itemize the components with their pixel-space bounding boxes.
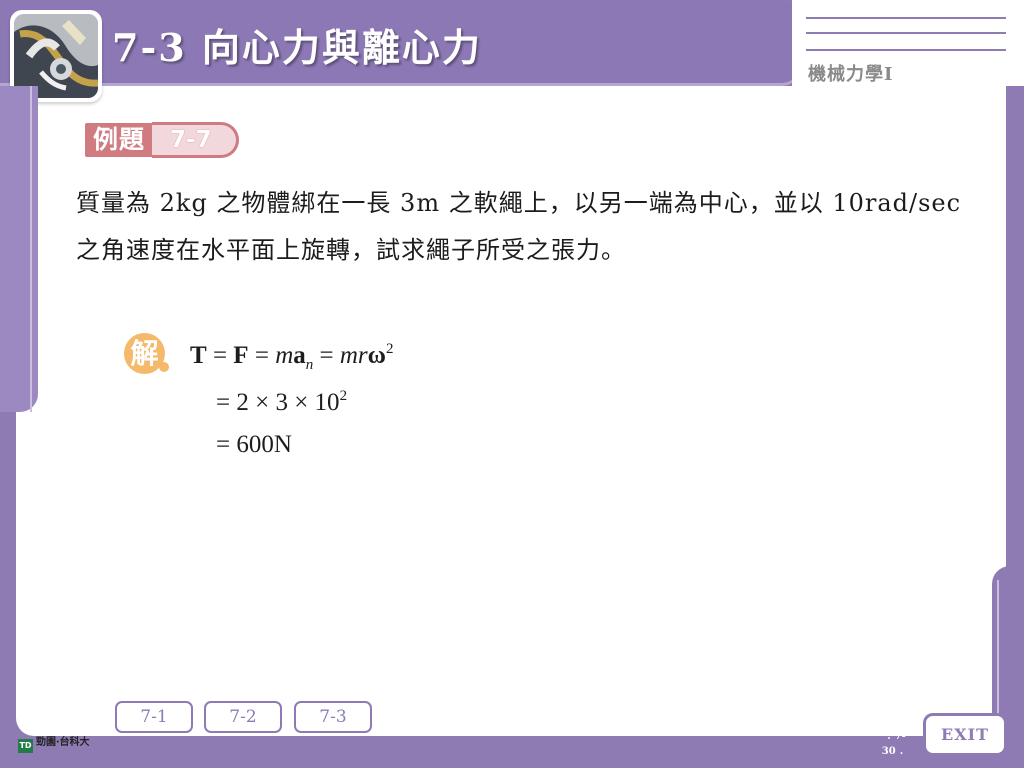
solution-badge: 解: [124, 333, 169, 374]
equals-sign: =: [206, 342, 234, 369]
mass-symbol: m: [275, 342, 294, 369]
nav-button-7-3[interactable]: 7-3: [294, 701, 372, 733]
page-number: 7-30: [871, 729, 918, 757]
solution-line-3: = 600N: [216, 431, 292, 458]
publisher-logo: TD 勁園‧台科大: [18, 733, 100, 753]
calculation-expression: = 2 × 3 × 10: [216, 389, 340, 416]
nav-button-7-2[interactable]: 7-2: [204, 701, 282, 733]
page-title: 7-3 向心力與離心力: [112, 25, 482, 70]
publisher-name: 勁園‧台科大: [36, 737, 90, 748]
solution-block: 解 T = F = man = mrω2 = 2 × 3 × 102 = 600…: [124, 333, 474, 473]
solution-line-2: = 2 × 3 × 102: [216, 388, 347, 417]
problem-text: 質量為 2kg 之物體綁在一長 3m 之軟繩上，以另一端為中心，並以 10rad…: [76, 189, 962, 264]
squared-superscript: 2: [385, 341, 394, 357]
force-symbol: F: [233, 342, 249, 369]
squared-superscript: 2: [339, 388, 348, 404]
equals-sign: =: [248, 342, 276, 369]
publisher-mark-icon: TD: [18, 739, 33, 753]
equals-sign: =: [313, 342, 340, 369]
left-decorative-rail: [0, 86, 38, 412]
header-line: [806, 32, 1006, 34]
tension-symbol: T: [190, 342, 207, 369]
header-line: [806, 17, 1006, 19]
header-line: [806, 49, 1006, 51]
acceleration-symbol: a: [293, 342, 306, 369]
nav-button-7-1[interactable]: 7-1: [115, 701, 193, 733]
solution-line-1: T = F = man = mrω2: [190, 341, 393, 374]
mass-radius-symbol: mr: [339, 342, 368, 369]
angular-velocity-symbol: ω: [367, 342, 386, 369]
bottom-strip: [16, 736, 1006, 752]
exit-button[interactable]: EXIT: [923, 713, 1007, 756]
example-heading: 例題 7-7: [85, 122, 239, 158]
course-title: 機械力學I: [808, 64, 894, 85]
example-number: 7-7: [152, 122, 239, 158]
example-label: 例題: [85, 123, 154, 157]
